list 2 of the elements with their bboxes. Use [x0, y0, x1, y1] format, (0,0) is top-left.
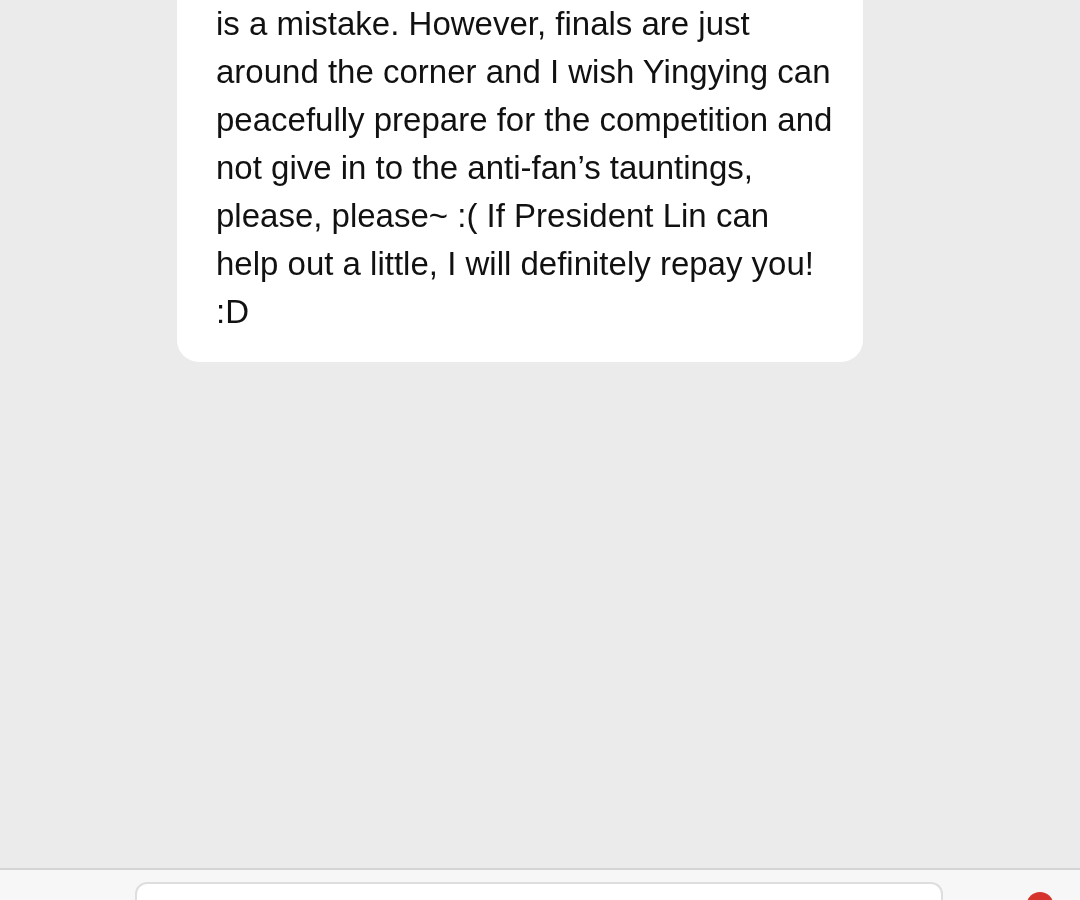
message-input-field[interactable]	[135, 882, 943, 900]
message-bubble: is a mistake. However, finals are just around the corner and I wish Yingying can peacefully prepare for the competition and not give in to the anti-fan’s tauntings, please, please~ :( If President Lin can help out a little, I will definitely repay you! :D	[177, 0, 863, 362]
